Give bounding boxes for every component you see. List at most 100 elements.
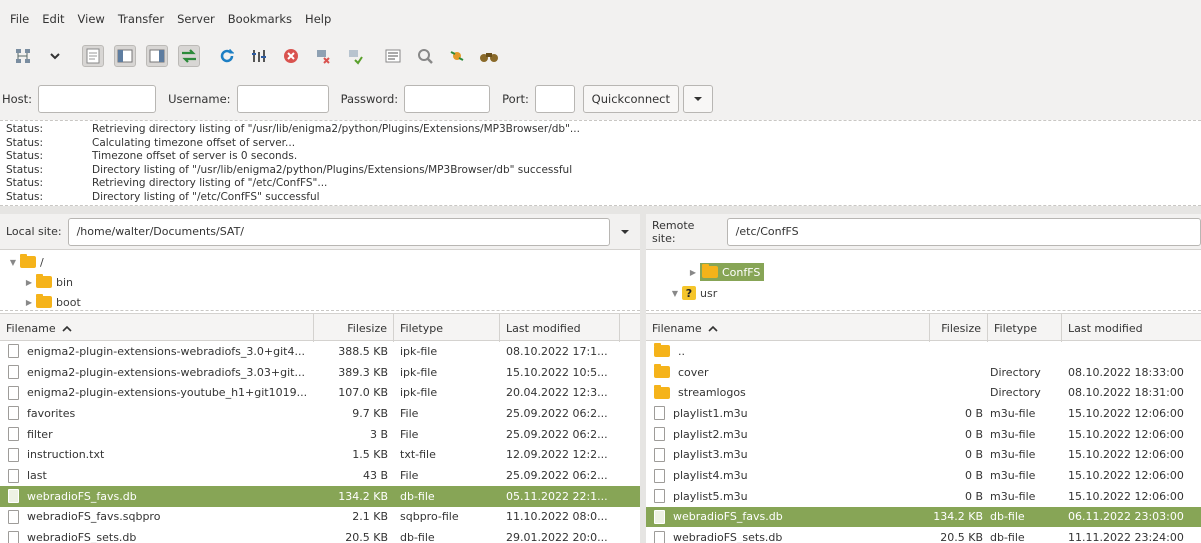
filesize-cell: 0 B — [964, 427, 983, 441]
table-row[interactable]: webradioFS_sets.db 20.5 KB db-file 11.11.20… — [646, 527, 1201, 543]
log-message: Directory listing of "/usr/lib/enigma2/p… — [92, 163, 573, 176]
message-log-toggle-icon[interactable] — [82, 45, 104, 67]
local-site-dropdown[interactable] — [610, 218, 640, 246]
refresh-icon[interactable] — [216, 45, 238, 67]
expanded-arrow-icon: ▼ — [671, 288, 679, 298]
password-input[interactable] — [404, 85, 491, 113]
tree-item-label: / — [40, 255, 44, 269]
filename-cell: playlist3.m3u — [654, 445, 928, 466]
file-icon — [654, 427, 665, 442]
menu-bookmarks[interactable]: Bookmarks — [228, 12, 292, 26]
quickconnect-button[interactable]: Quickconnect — [582, 85, 679, 113]
menu-transfer[interactable]: Transfer — [118, 12, 164, 26]
table-row[interactable]: webradioFS_sets.db 20.5 KB db-file 29.01.20… — [0, 527, 640, 543]
tree-item-conffs[interactable]: ▶ ConfFS — [686, 262, 765, 282]
filename-cell: playlist2.m3u — [654, 424, 928, 445]
reconnect-icon[interactable] — [344, 45, 366, 67]
table-row[interactable]: enigma2-plugin-extensions-webradiofs_3.0… — [0, 362, 640, 383]
remote-tree: ▶ ConfFS ▼ ? usr — [646, 251, 1201, 311]
table-row[interactable]: last 43 B File 25.09.2022 06:2... — [0, 465, 640, 486]
table-row[interactable]: playlist5.m3u 0 B m3u-file 15.10.2022 12:06… — [646, 486, 1201, 507]
filetype-cell: db-file — [400, 489, 435, 503]
table-row[interactable]: streamlogos Directory 08.10.2022 18:31:00 — [646, 382, 1201, 403]
remote-col-filename[interactable]: Filename — [646, 314, 930, 342]
filetype-cell: db-file — [990, 510, 1025, 524]
local-tree-toggle-icon[interactable] — [114, 45, 136, 67]
filename-cell: webradioFS_sets.db — [8, 527, 312, 543]
compare-icon[interactable] — [414, 45, 436, 67]
filter-icon[interactable] — [382, 45, 404, 67]
tree-item-root[interactable]: ▼ / — [6, 253, 44, 271]
local-site-path[interactable]: /home/walter/Documents/SAT/ — [67, 217, 610, 246]
filesize-cell: 388.5 KB — [338, 344, 388, 358]
table-row[interactable]: cover Directory 08.10.2022 18:33:00 — [646, 362, 1201, 383]
tree-item-label: bin — [56, 275, 74, 289]
transfer-queue-toggle-icon[interactable] — [178, 45, 200, 67]
table-row[interactable]: instruction.txt 1.5 KB txt-file 12.09.2022 … — [0, 445, 640, 466]
process-queue-icon[interactable] — [248, 45, 270, 67]
modified-cell: 25.09.2022 06:2... — [506, 469, 608, 483]
sync-browse-icon[interactable] — [446, 45, 468, 67]
local-col-filesize[interactable]: Filesize — [314, 314, 394, 342]
file-icon — [8, 365, 19, 380]
local-col-filename[interactable]: Filename — [0, 314, 314, 342]
host-input[interactable] — [38, 85, 157, 113]
tree-item-boot[interactable]: ▶ boot — [22, 293, 81, 310]
remote-col-filesize[interactable]: Filesize — [930, 314, 988, 342]
local-col-modified[interactable]: Last modified — [500, 314, 620, 342]
modified-cell: 08.10.2022 18:33:00 — [1068, 365, 1184, 379]
splitter[interactable] — [0, 206, 1201, 214]
menu-file[interactable]: File — [10, 12, 29, 26]
filesize-cell: 1.5 KB — [352, 448, 388, 462]
table-row[interactable]: playlist1.m3u 0 B m3u-file 15.10.2022 12:06… — [646, 403, 1201, 424]
menu-server[interactable]: Server — [177, 12, 215, 26]
quickconnect-history-button[interactable] — [682, 85, 713, 113]
modified-cell — [1068, 341, 1200, 362]
table-row[interactable]: webradioFS_favs.db 134.2 KB db-file 05.11.2… — [0, 485, 640, 507]
menu-edit[interactable]: Edit — [42, 12, 64, 26]
remote-site-label: Remote site: — [652, 218, 695, 245]
table-row[interactable]: enigma2-plugin-extensions-webradiofs_3.0… — [0, 341, 640, 362]
table-row[interactable]: enigma2-plugin-extensions-youtube_h1+git… — [0, 382, 640, 403]
remote-site-path[interactable]: /etc/ConfFS — [726, 217, 1201, 246]
remote-col-filetype[interactable]: Filetype — [988, 314, 1062, 342]
modified-cell: 11.11.2022 23:24:00 — [1068, 531, 1184, 543]
file-icon — [8, 447, 19, 462]
filename-text: cover — [678, 365, 709, 379]
table-row[interactable]: webradioFS_favs.sqbpro 2.1 KB sqbpro-file 1… — [0, 507, 640, 528]
tree-item-usr[interactable]: ▼ ? usr — [668, 284, 717, 302]
file-icon — [8, 406, 19, 421]
log-status-label: Status: — [6, 123, 43, 135]
table-row[interactable]: playlist4.m3u 0 B m3u-file 15.10.2022 12:06… — [646, 465, 1201, 486]
table-row[interactable]: favorites 9.7 KB File 25.09.2022 06:2... — [0, 403, 640, 424]
log-message: Directory listing of "/etc/ConfFS" succe… — [92, 190, 320, 203]
log-entry: Status: Calculating timezone offset of se… — [0, 137, 1201, 151]
table-row[interactable]: playlist3.m3u 0 B m3u-file 15.10.2022 12:06… — [646, 445, 1201, 466]
menu-help[interactable]: Help — [305, 12, 331, 26]
modified-cell: 20.04.2022 12:3... — [506, 386, 608, 400]
remote-tree-toggle-icon[interactable] — [146, 45, 168, 67]
table-row[interactable]: playlist2.m3u 0 B m3u-file 15.10.2022 12:06… — [646, 424, 1201, 445]
menu-view[interactable]: View — [78, 12, 105, 26]
port-input[interactable] — [534, 85, 575, 113]
chevron-down-icon[interactable] — [44, 45, 66, 67]
remote-col-modified[interactable]: Last modified — [1062, 314, 1201, 342]
file-icon — [8, 489, 19, 504]
disconnect-icon[interactable] — [312, 45, 334, 67]
username-input[interactable] — [236, 85, 329, 113]
site-manager-icon[interactable] — [12, 45, 34, 67]
search-binoculars-icon[interactable] — [478, 45, 500, 67]
filetype-cell: m3u-file — [990, 448, 1036, 462]
table-row[interactable]: .. — [646, 341, 1201, 362]
local-site-label: Local site: — [6, 225, 62, 238]
table-row[interactable]: webradioFS_favs.db 134.2 KB db-file 06.11.2… — [646, 506, 1201, 528]
username-label: Username: — [168, 92, 231, 106]
local-col-filetype[interactable]: Filetype — [394, 314, 500, 342]
folder-icon — [36, 274, 52, 288]
cancel-operation-icon[interactable] — [280, 45, 302, 67]
filesize-cell: 134.2 KB — [933, 510, 983, 524]
table-row[interactable]: filter 3 B File 25.09.2022 06:2... — [0, 424, 640, 445]
sort-ascending-icon — [708, 325, 718, 332]
filename-cell: streamlogos — [654, 382, 928, 403]
tree-item-bin[interactable]: ▶ bin — [22, 273, 73, 291]
